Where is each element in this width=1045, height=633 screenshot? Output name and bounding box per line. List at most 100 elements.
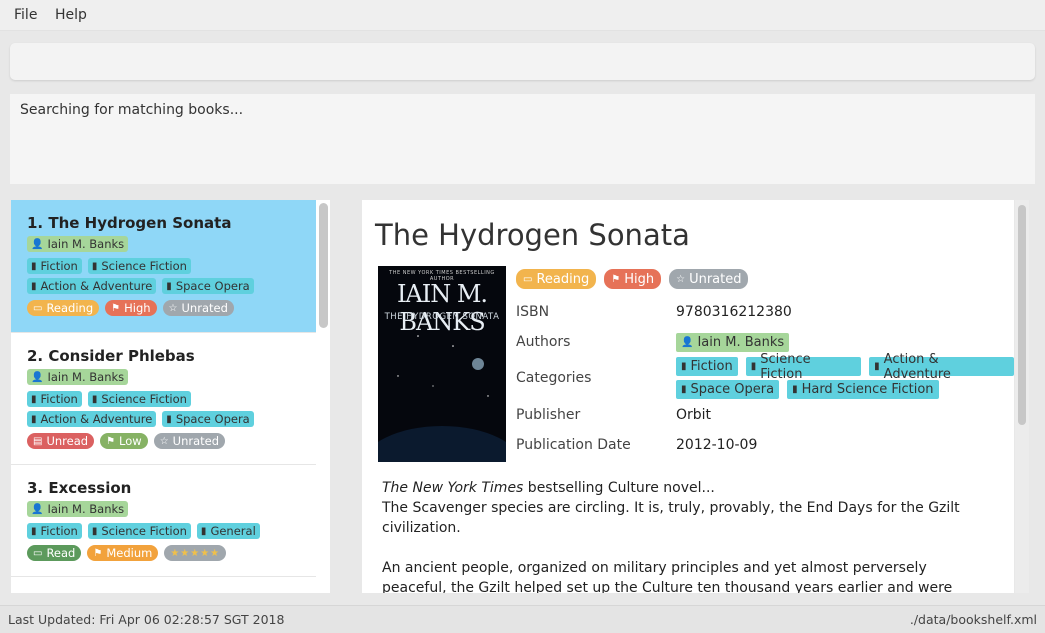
book-icon: ▮ [31, 393, 37, 405]
book-card-3[interactable]: 3. Excession 👤 Iain M. Banks ▮ Fiction ▮ Sc… [11, 465, 316, 577]
book-title: 1. The Hydrogen Sonata [27, 214, 232, 232]
book-icon: ▮ [91, 260, 98, 272]
priority-badge: ⚑ Low [100, 433, 148, 449]
book-icon: ▮ [31, 260, 37, 272]
status-badge: ▭ Reading [27, 300, 100, 316]
book-icon: ▮ [750, 361, 757, 372]
detail-title: The Hydrogen Sonata [375, 218, 690, 252]
flag-icon: ⚑ [111, 302, 121, 314]
pubdate-label: Publication Date [516, 437, 631, 453]
rating-badge: ☆ Unrated [153, 433, 226, 449]
book-icon: ▮ [31, 413, 37, 425]
book-details: The Hydrogen Sonata THE NEW YORK TIMES B… [362, 200, 1014, 593]
category-tag: ▮ Fiction [27, 523, 82, 539]
status-badge: ▭ Read [27, 545, 82, 561]
last-updated: Last Updated: Fri Apr 06 02:28:57 SGT 20… [8, 612, 285, 627]
book-cover: THE NEW YORK TIMES BESTSELLING AUTHOR IA… [378, 266, 506, 462]
category-tag: ▮ Action & Adventure [27, 411, 157, 427]
book-card-1[interactable]: 1. The Hydrogen Sonata 👤 Iain M. Banks ▮ F… [11, 200, 316, 333]
category-tag: ▮ Fiction [27, 258, 82, 274]
desc-italic: The New York Times [382, 480, 524, 496]
category-tag: ▮ General [196, 523, 260, 539]
book-icon: ▮ [31, 525, 37, 537]
category-tag: ▮ Science Fiction [87, 391, 191, 407]
person-icon: 👤 [681, 337, 694, 348]
open-book-icon: ▭ [33, 547, 43, 559]
flag-icon: ⚑ [93, 547, 103, 559]
authors-label: Authors [516, 334, 571, 350]
category-tag: ▮ Space Opera [676, 380, 780, 399]
author-tag: 👤 Iain M. Banks [27, 501, 129, 517]
priority-badge: ⚑ High [604, 269, 662, 289]
book-card-2[interactable]: 2. Consider Phlebas 👤 Iain M. Banks ▮ Fict… [11, 333, 316, 465]
category-tag: ▮ Fiction [676, 357, 738, 376]
book-title: 3. Excession [27, 479, 132, 497]
flag-icon: ⚑ [611, 273, 621, 285]
person-icon: 👤 [31, 238, 44, 250]
result-text: Searching for matching books... [20, 102, 244, 118]
category-tag: ▮ Science Fiction [87, 258, 191, 274]
star-icon: ☆ [676, 273, 686, 285]
publisher-label: Publisher [516, 407, 581, 423]
category-tag: ▮ Hard Science Fiction [787, 380, 939, 399]
flag-icon: ⚑ [106, 435, 116, 447]
closed-book-icon: ▤ [33, 435, 43, 447]
book-icon: ▮ [91, 525, 98, 537]
rating-badge: ☆ Unrated [669, 269, 749, 289]
status-badge: ▭ Reading [516, 269, 597, 289]
status-bar: Last Updated: Fri Apr 06 02:28:57 SGT 20… [0, 605, 1045, 633]
status-badge: ▤ Unread [27, 433, 95, 449]
file-path: ./data/bookshelf.xml [909, 612, 1037, 627]
book-title: 2. Consider Phlebas [27, 347, 195, 365]
list-scrollbar[interactable] [319, 203, 328, 328]
cover-subtitle: THE HYDROGEN SONATA [384, 312, 500, 322]
publisher-value: Orbit [676, 407, 712, 423]
book-icon: ▮ [91, 393, 98, 405]
isbn-label: ISBN [516, 304, 550, 320]
categories-label: Categories [516, 370, 592, 386]
open-book-icon: ▭ [523, 273, 533, 285]
command-input[interactable] [10, 43, 1035, 80]
book-icon: ▮ [166, 280, 172, 292]
author-tag: 👤 Iain M. Banks [27, 369, 129, 385]
open-book-icon: ▭ [33, 302, 43, 314]
isbn-value: 9780316212380 [676, 304, 792, 320]
category-tag: ▮ Action & Adventure [27, 278, 157, 294]
pubdate-value: 2012-10-09 [676, 437, 758, 453]
author-tag: 👤 Iain M. Banks [676, 333, 790, 352]
book-icon: ▮ [681, 361, 687, 372]
desc-line2: The Scavenger species are circling. It i… [382, 500, 960, 536]
author-tag: 👤 Iain M. Banks [27, 236, 129, 252]
book-icon: ▮ [792, 384, 798, 395]
rating-stars: ★★★★★ [164, 545, 227, 561]
category-tag: ▮ Action & Adventure [869, 352, 1014, 382]
book-icon: ▮ [166, 413, 172, 425]
rating-badge: ☆ Unrated [162, 300, 234, 316]
book-icon: ▮ [874, 361, 880, 372]
person-icon: 👤 [31, 503, 44, 515]
book-icon: ▮ [31, 280, 37, 292]
category-tag: ▮ Space Opera [162, 278, 254, 294]
detail-scrollbar[interactable] [1018, 205, 1026, 425]
category-tag: ▮ Science Fiction [745, 352, 862, 382]
desc-para2: An ancient people, organized on military… [382, 560, 953, 593]
cover-author: IAIN M. BANKS [396, 280, 488, 336]
star-icon: ☆ [168, 302, 178, 314]
book-description: The New York Times bestselling Culture n… [382, 478, 982, 593]
priority-badge: ⚑ High [105, 300, 157, 316]
book-icon: ▮ [200, 525, 207, 537]
category-tag: ▮ Science Fiction [87, 523, 191, 539]
person-icon: 👤 [31, 371, 44, 383]
detail-badges: ▭ Reading ⚑ High ☆ Unrated [516, 269, 749, 289]
menu-bar: File Help [0, 0, 1045, 31]
desc-line1: bestselling Culture novel... [523, 480, 715, 496]
book-icon: ▮ [681, 384, 687, 395]
star-icon: ☆ [159, 435, 169, 447]
category-tag: ▮ Fiction [27, 391, 82, 407]
menu-help[interactable]: Help [55, 7, 87, 23]
book-list[interactable]: 1. The Hydrogen Sonata 👤 Iain M. Banks ▮ F… [11, 200, 330, 593]
category-tag: ▮ Space Opera [162, 411, 254, 427]
priority-badge: ⚑ Medium [87, 545, 159, 561]
result-display: Searching for matching books... [10, 94, 1035, 184]
menu-file[interactable]: File [14, 7, 37, 23]
